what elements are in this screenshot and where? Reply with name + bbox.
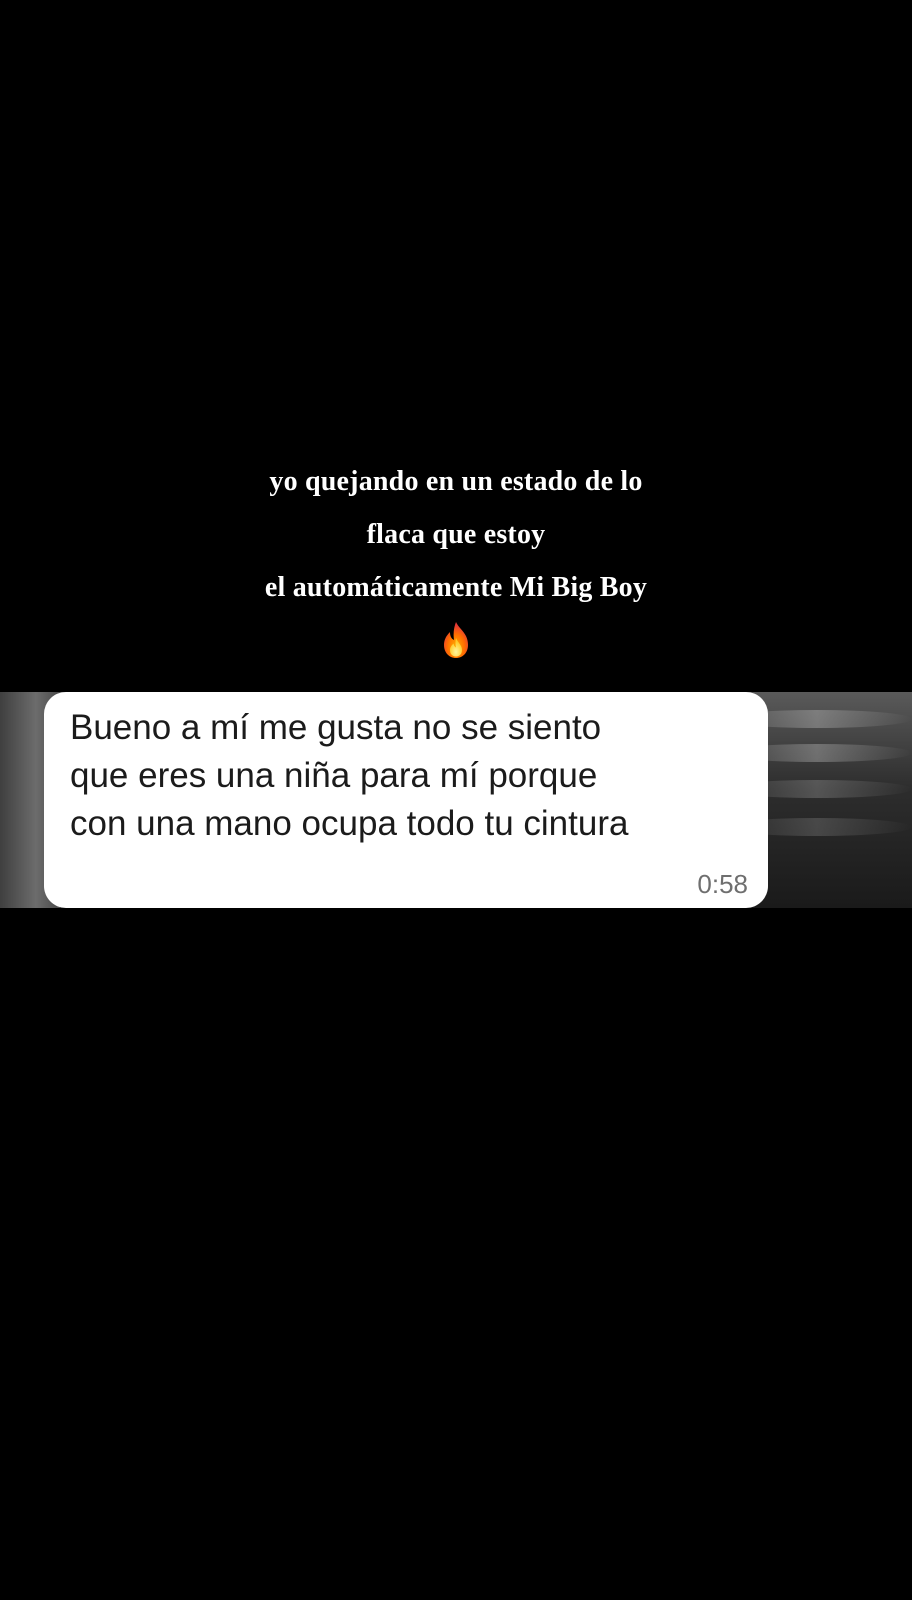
message-line-3: con una mano ocupa todo tu cintura [70,804,629,843]
fire-icon [444,622,468,658]
caption-line-3: el automáticamente Mi Big Boy [264,572,648,603]
message-timestamp: 0:58 [697,869,748,899]
caption-overlay: yo quejando en un estado de lo flaca que… [0,455,912,660]
caption-line-1: yo quejando en un estado de lo [269,466,643,497]
message-text: Bueno a mí me gusta no se siento que ere… [70,704,746,848]
caption-line-2: flaca que estoy [366,519,546,550]
message-line-1: Bueno a mí me gusta no se siento [70,708,602,747]
message-line-2: que eres una niña para mí porque [70,756,598,795]
message-bubble[interactable]: Bueno a mí me gusta no se siento que ere… [44,692,768,908]
